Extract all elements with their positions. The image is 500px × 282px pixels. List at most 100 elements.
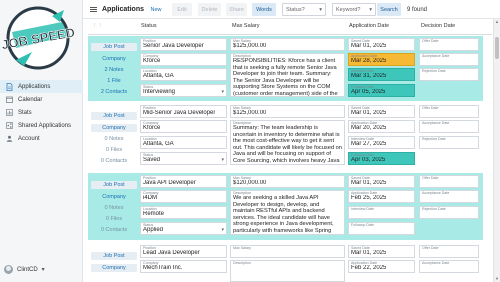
column-header-application-date[interactable]: Application Date (349, 23, 389, 29)
scrollbar-thumb[interactable] (495, 37, 499, 59)
files-link[interactable]: 0 Files (91, 215, 137, 223)
description-field[interactable]: Description We are seeking a skilled Jav… (230, 190, 345, 235)
status-select[interactable]: Status Saved ▾ (140, 152, 227, 165)
company-field[interactable]: Company Kforce (140, 53, 227, 66)
location-field[interactable]: Location Remote (140, 206, 227, 219)
position-field[interactable]: Position Lead Java Developer (140, 245, 227, 258)
followup-date-field[interactable]: Followup Date (348, 222, 415, 235)
job-post-button[interactable]: Job Post (91, 181, 137, 189)
application-date-field[interactable]: Application Date Mar 28, 2025 (348, 53, 415, 66)
job-post-button[interactable]: Job Post (91, 112, 137, 120)
stats-icon (5, 109, 13, 117)
location-field[interactable]: Location Atlanta, GA (140, 136, 227, 149)
scroll-up-icon[interactable]: ▲ (494, 19, 500, 25)
position-field[interactable]: Position Mid-Senior Java Developer (140, 105, 227, 118)
hamburger-menu-icon[interactable] (89, 3, 97, 16)
drag-handle-icon[interactable]: ⋮⋮ (92, 23, 103, 29)
page-title: Applications (102, 6, 145, 13)
followup-date-field[interactable]: Followup Date Apr 03, 2025 (348, 152, 415, 165)
user-menu[interactable]: ClintCD ▾ (4, 265, 45, 274)
interview-date-field[interactable]: Interview Date Mar 31, 2025 (348, 68, 415, 81)
acceptance-date-field[interactable]: Acceptance Date (419, 120, 479, 133)
company-link[interactable]: Company (91, 264, 137, 272)
saved-date-field[interactable]: Saved Date Mar 01, 2025 (348, 105, 415, 118)
sidebar-item-shared-applications[interactable]: Shared Applications (0, 119, 83, 132)
vertical-scrollbar[interactable]: ▲ ▼ (493, 19, 500, 282)
status-select[interactable]: Status? ▾ (282, 3, 326, 16)
sidebar-nav: Applications Calendar Stats Shared Appli… (0, 80, 83, 145)
field-label: Rejection Date (422, 69, 446, 73)
words-button[interactable]: Words (252, 3, 276, 16)
description-field[interactable]: Description (230, 260, 345, 282)
user-name: ClintCD (17, 266, 38, 273)
offer-date-field[interactable]: Offer Date (419, 245, 479, 258)
acceptance-date-field[interactable]: Acceptance Date (419, 53, 479, 66)
job-post-button[interactable]: Job Post (91, 252, 137, 260)
max-salary-field[interactable]: Max Salary $125,000.00 (230, 38, 345, 51)
rejection-date-field[interactable]: Rejection Date (419, 206, 479, 219)
company-link[interactable]: Company (91, 193, 137, 201)
notes-link[interactable]: 0 Notes (91, 204, 137, 212)
sidebar-item-applications[interactable]: Applications (0, 80, 83, 93)
search-button[interactable]: Search (377, 3, 401, 16)
scroll-down-icon[interactable]: ▼ (494, 276, 500, 282)
notes-link[interactable]: 2 Notes (91, 66, 137, 74)
notes-link[interactable]: 0 Notes (91, 135, 137, 143)
saved-date-field[interactable]: Saved Date Mar 01, 2025 (348, 175, 415, 188)
application-date-field[interactable]: Application Date Feb 22, 2025 (348, 260, 415, 273)
application-date-field[interactable]: Application Date Feb 25, 2025 (348, 190, 415, 203)
field-label: Description (233, 261, 251, 265)
sidebar-item-calendar[interactable]: Calendar (0, 93, 83, 106)
rejection-date-field[interactable]: Rejection Date (419, 68, 479, 81)
table-row: Job Post Company Position Lead Java Deve… (88, 242, 483, 282)
position-field[interactable]: Position Java API Developer (140, 175, 227, 188)
contacts-link[interactable]: 0 Contacts (91, 157, 137, 165)
job-post-button[interactable]: Job Post (91, 43, 137, 51)
edit-button[interactable]: Edit (172, 3, 192, 16)
person-icon (5, 135, 13, 143)
offer-date-field[interactable]: Offer Date (419, 175, 479, 188)
sidebar-item-label: Applications (18, 83, 51, 90)
position-field[interactable]: Position Senior Java Developer (140, 38, 227, 51)
new-button[interactable]: New (146, 3, 166, 16)
column-header-status[interactable]: Status (141, 23, 157, 29)
offer-date-field[interactable]: Offer Date (419, 38, 479, 51)
offer-date-field[interactable]: Offer Date (419, 105, 479, 118)
rejection-date-field[interactable]: Rejection Date (419, 136, 479, 149)
table-row: Job Post Company 2 Notes 1 File 2 Contac… (88, 36, 483, 101)
acceptance-date-field[interactable]: Acceptance Date (419, 260, 479, 273)
column-header-decision-date[interactable]: Decision Date (421, 23, 455, 29)
sidebar-item-stats[interactable]: Stats (0, 106, 83, 119)
company-field[interactable]: Company MechTrain Inc. (140, 260, 227, 273)
keyword-input[interactable]: Keyword? ▾ (332, 3, 376, 16)
acceptance-date-field[interactable]: Acceptance Date (419, 190, 479, 203)
files-link[interactable]: 1 File (91, 77, 137, 85)
column-header-max-salary[interactable]: Max Salary (232, 23, 260, 29)
sidebar-item-label: Stats (18, 109, 32, 116)
application-date-field[interactable]: Application Date Mar 20, 2025 (348, 120, 415, 133)
share-button[interactable]: Share (226, 3, 247, 16)
max-salary-field[interactable]: Max Salary (230, 245, 345, 258)
contacts-link[interactable]: 2 Contacts (91, 88, 137, 96)
field-value: Mid-Senior Java Developer (143, 110, 216, 116)
company-link[interactable]: Company (91, 55, 137, 63)
saved-date-field[interactable]: Saved Date Mar 01, 2025 (348, 245, 415, 258)
description-field[interactable]: Description Summary: The team leadership… (230, 120, 345, 165)
description-field[interactable]: Description RESPONSIBILITIES: Kforce has… (230, 53, 345, 97)
max-salary-field[interactable]: Max Salary $120,000.00 (230, 175, 345, 188)
sidebar-item-account[interactable]: Account (0, 132, 83, 145)
delete-button[interactable]: Delete (198, 3, 221, 16)
interview-date-field[interactable]: Interview Date (348, 206, 415, 219)
company-link[interactable]: Company (91, 124, 137, 132)
files-link[interactable]: 0 Files (91, 146, 137, 154)
followup-date-field[interactable]: Followup Date Apr 05, 2025 (348, 84, 415, 97)
company-field[interactable]: Company i4DM (140, 190, 227, 203)
saved-date-field[interactable]: Saved Date Mar 01, 2025 (348, 38, 415, 51)
company-field[interactable]: Company Kforce (140, 120, 227, 133)
status-select[interactable]: Status Applied ▾ (140, 222, 227, 235)
contacts-link[interactable]: 0 Contacts (91, 226, 137, 234)
max-salary-field[interactable]: Max Salary $125,000.00 (230, 105, 345, 118)
status-select[interactable]: Status Interviewing ▾ (140, 84, 227, 97)
interview-date-field[interactable]: Interview Date Mar 27, 2025 (348, 136, 415, 149)
location-field[interactable]: Location Atlanta, GA (140, 68, 227, 81)
